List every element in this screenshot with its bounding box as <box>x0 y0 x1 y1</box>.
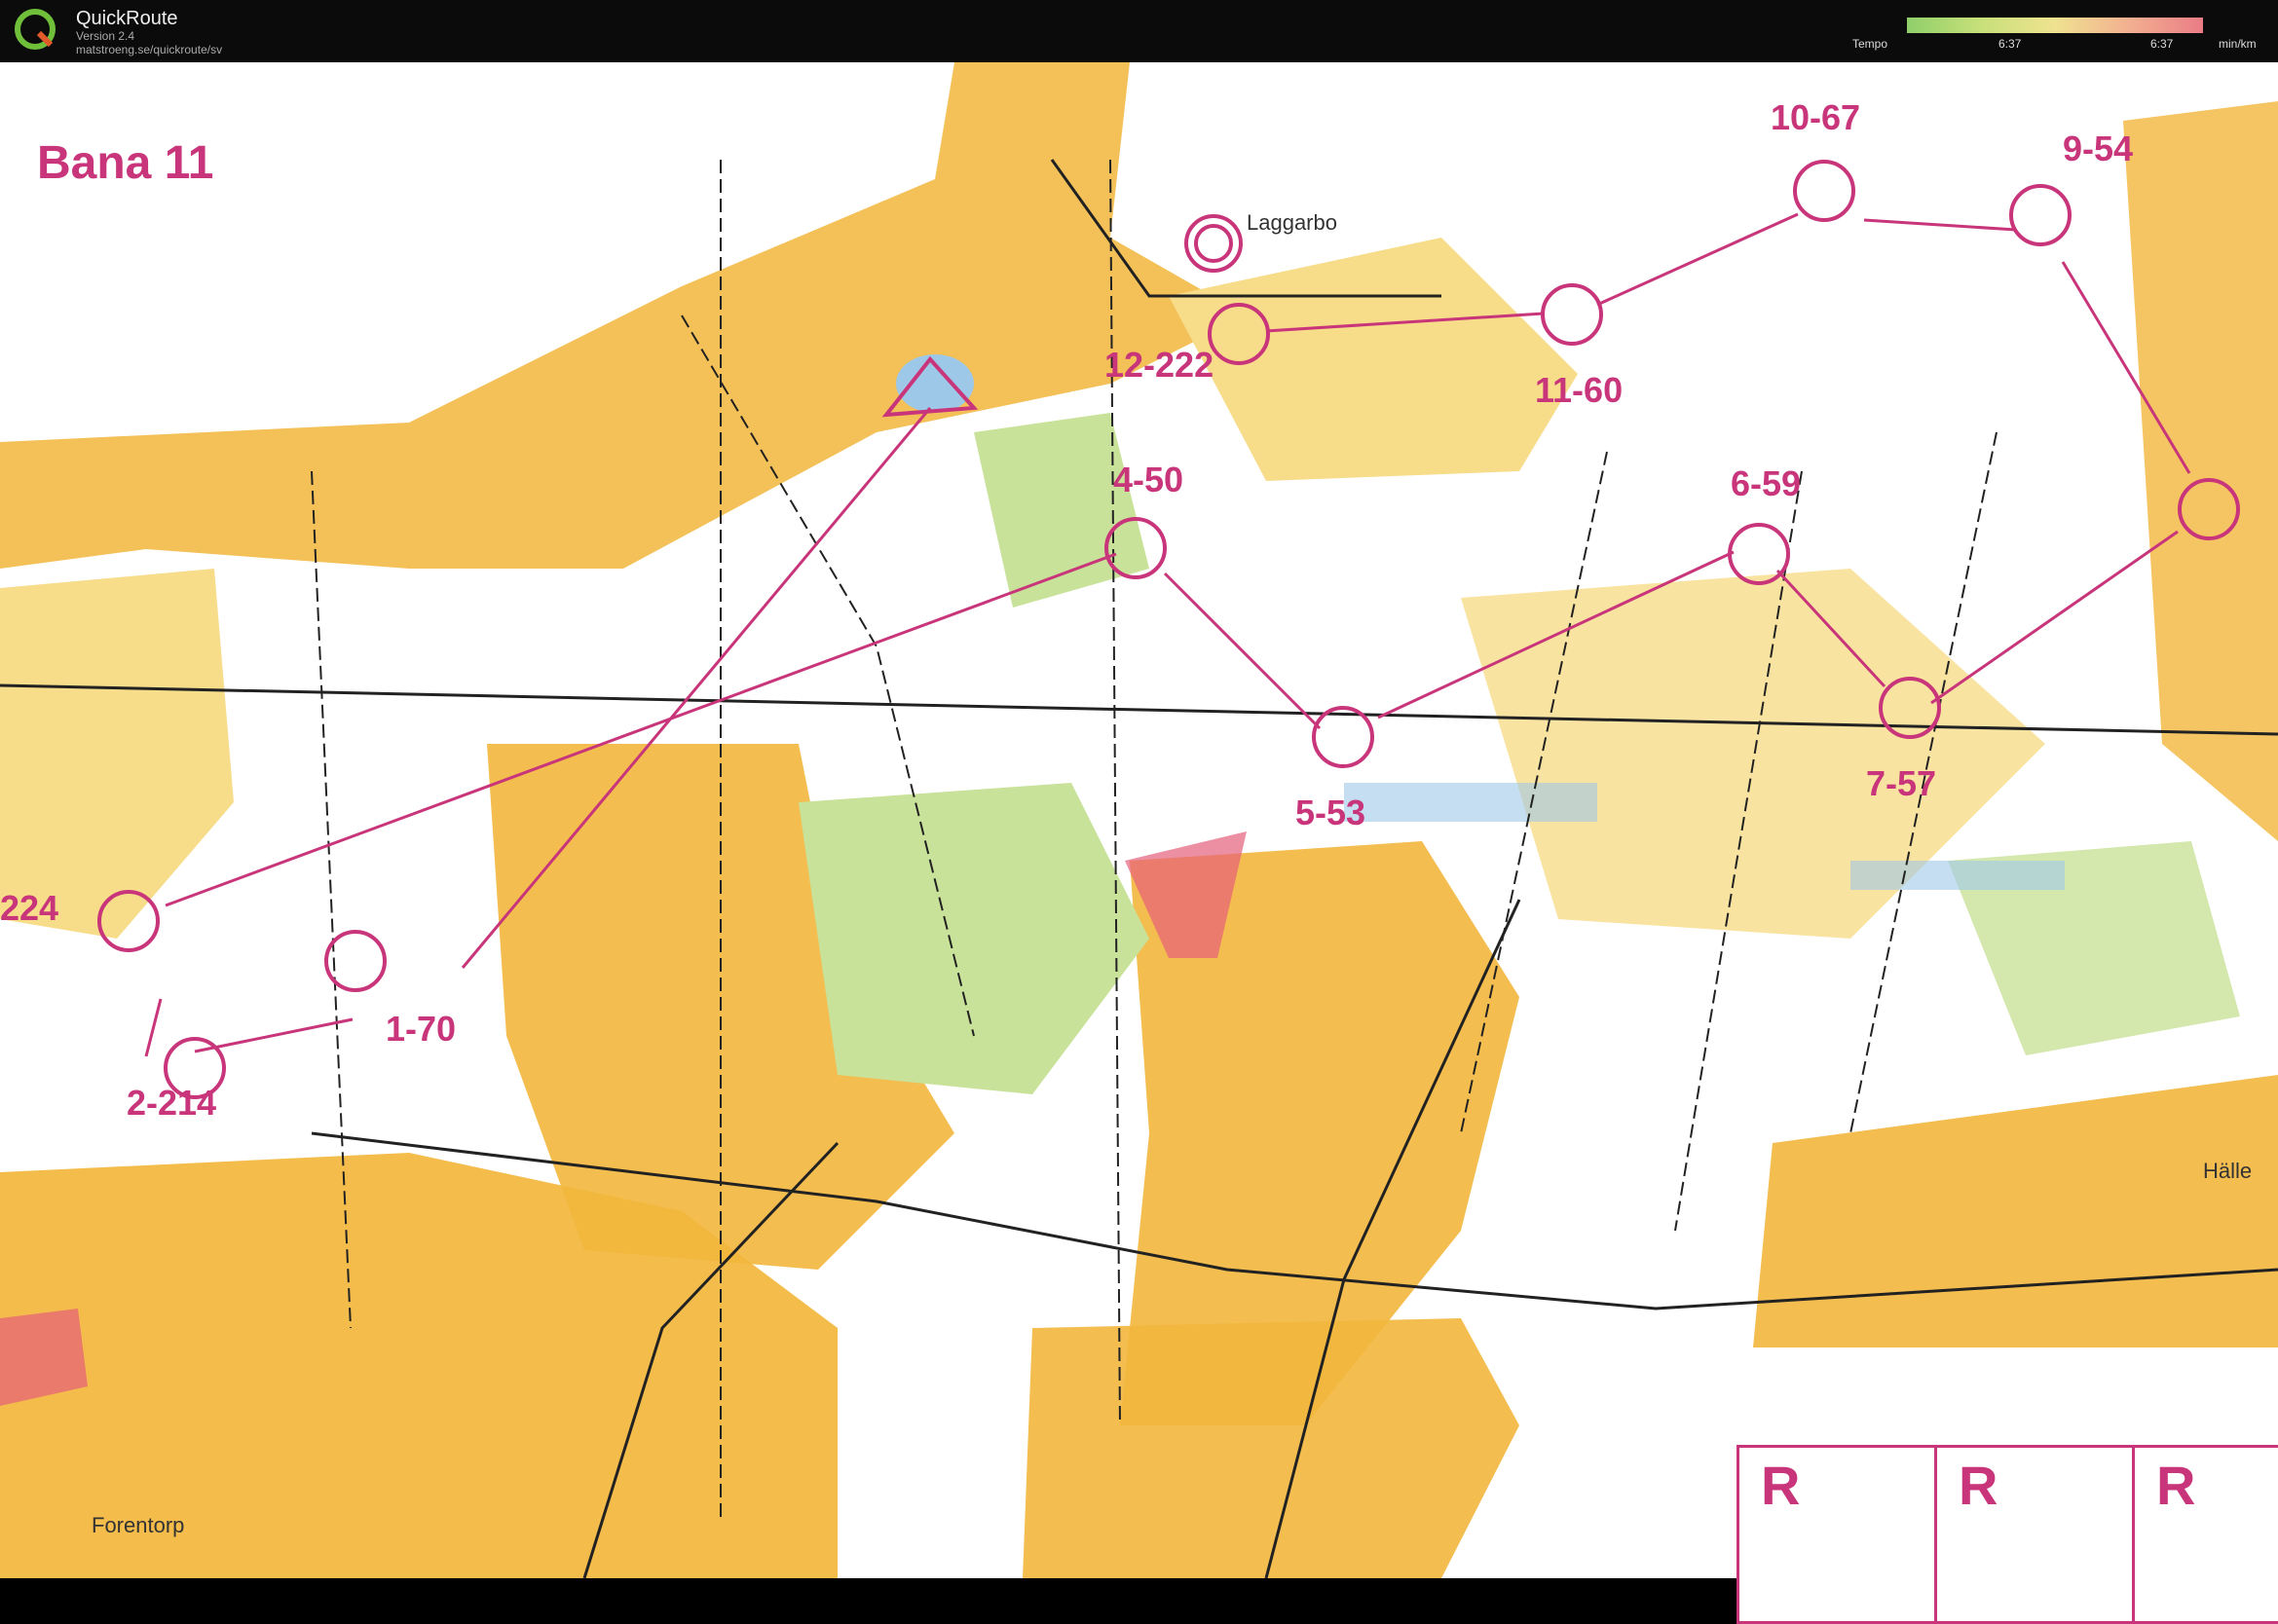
course-title: Bana 11 <box>37 137 214 189</box>
place-forentorp: Forentorp <box>92 1513 185 1537</box>
map-canvas <box>0 62 2278 1579</box>
control-label-4-50: 4-50 <box>1113 460 1184 499</box>
app-url: matstroeng.se/quickroute/sv <box>76 43 223 56</box>
tempo-color-scale <box>1907 18 2203 33</box>
relay-cell: R <box>1739 1448 1937 1621</box>
relay-cell: R <box>1937 1448 2135 1621</box>
control-label-224: 224 <box>0 888 59 928</box>
control-label-6-59: 6-59 <box>1731 463 1802 503</box>
tempo-label: Tempo <box>1852 37 1888 51</box>
orienteering-map[interactable]: Bana 11 224 2-214 1-70 4-50 5-53 6-59 7-… <box>0 62 2278 1624</box>
quickroute-logo-icon <box>15 9 56 50</box>
relay-letter: R <box>2156 1455 2196 1516</box>
control-label-5-53: 5-53 <box>1295 793 1366 832</box>
control-label-10-67: 10-67 <box>1771 97 1861 137</box>
relay-letter: R <box>1959 1455 1998 1516</box>
control-label-9-54: 9-54 <box>2063 129 2134 168</box>
tempo-mid: 6:37 <box>2150 37 2174 51</box>
control-label-7-57: 7-57 <box>1866 763 1937 803</box>
relay-box: R R R <box>1737 1445 2278 1624</box>
place-laggarbo: Laggarbo <box>1247 210 1337 235</box>
relay-cell: R <box>2135 1448 2278 1621</box>
top-bar: QuickRoute Version 2.4 matstroeng.se/qui… <box>0 0 2278 62</box>
control-label-11-60: 11-60 <box>1535 370 1624 410</box>
control-label-1-70: 1-70 <box>386 1009 457 1049</box>
place-halle: Hälle <box>2203 1159 2253 1183</box>
tempo-min: 6:37 <box>1998 37 2022 51</box>
relay-letter: R <box>1761 1455 1801 1516</box>
tempo-unit: min/km <box>2219 37 2257 51</box>
control-label-2-214: 2-214 <box>127 1083 217 1123</box>
app-name: QuickRoute <box>76 8 178 29</box>
app-version: Version 2.4 <box>76 29 135 43</box>
control-label-12-222: 12-222 <box>1104 345 1214 385</box>
